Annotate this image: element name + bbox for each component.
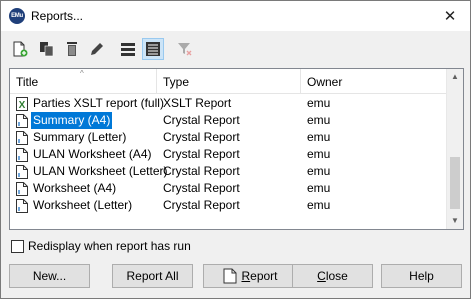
list-item-type: Crystal Report [163,198,240,212]
column-type-label: Type [163,75,190,89]
list-item-title: X Parties XSLT report (full) [16,95,166,112]
close-button-label: lose [325,269,348,283]
scroll-up-icon[interactable]: ▲ [447,69,463,85]
list-item[interactable]: X Parties XSLT report (full) XSLT Report em… [10,95,446,112]
column-title[interactable]: ^ Title [10,69,157,93]
redisplay-option[interactable]: Redisplay when report has run [11,238,191,254]
list-item-title: ULAN Worksheet (Letter) [16,163,170,180]
list-item-title-text: Summary (A4) [31,112,113,129]
list-item-title-text: Worksheet (A4) [33,181,117,195]
close-window-button[interactable]: ✕ [430,1,470,31]
list-header: ^ Title Type Owner [10,69,446,94]
help-button-label: Help [409,269,434,283]
list-item-title: ULAN Worksheet (A4) [16,146,153,163]
column-owner[interactable]: Owner [301,69,446,93]
document-icon [16,113,28,128]
redisplay-checkbox[interactable] [11,239,24,253]
list-item-owner: emu [307,96,331,110]
vertical-scrollbar[interactable]: ▲ ▼ [446,69,463,229]
new-button[interactable]: New... [9,264,90,288]
new-button-label: New... [32,269,67,283]
report-button-mnemonic: R [241,269,251,283]
list-item-type: Crystal Report [163,164,240,178]
list-item-title-text: Summary (Letter) [33,130,127,144]
list-item-owner: emu [307,130,331,144]
document-icon [16,147,28,162]
report-list[interactable]: ^ Title Type Owner X Parties XSLT report … [9,68,464,230]
sort-ascending-icon: ^ [80,69,84,78]
redisplay-label: Redisplay when report has run [28,239,191,253]
toolbar [9,38,309,62]
list-rows: X Parties XSLT report (full) XSLT Report em… [10,95,446,214]
list-item-title-text: ULAN Worksheet (Letter) [33,164,168,178]
report-all-button[interactable]: Report All [112,264,193,288]
list-item-title: Worksheet (Letter) [16,197,134,214]
list-item[interactable]: Worksheet (A4) Crystal Report emu [10,180,446,197]
report-all-button-label: Report All [126,269,179,283]
list-item-title-text: Parties XSLT report (full) [33,96,164,110]
document-icon [16,181,28,196]
list-item-title: Summary (A4) [16,112,113,129]
details-view-icon[interactable] [142,38,164,60]
close-button-mnemonic: C [317,269,326,283]
column-owner-label: Owner [307,75,343,89]
title-bar: EMu Reports... ✕ [1,1,470,31]
svg-text:X: X [19,100,26,111]
document-icon [16,164,28,179]
list-item[interactable]: Summary (A4) Crystal Report emu [10,112,446,129]
list-item-type: Crystal Report [163,181,240,195]
list-item-type: XSLT Report [163,96,232,110]
list-item-owner: emu [307,147,331,161]
close-button[interactable]: Close [292,264,373,288]
list-item-title: Worksheet (A4) [16,180,118,197]
list-item-title: Summary (Letter) [16,129,128,146]
filter-icon[interactable] [174,38,196,60]
window-title: Reports... [31,9,84,23]
list-item[interactable]: Worksheet (Letter) Crystal Report emu [10,197,446,214]
report-button[interactable]: Report [203,264,298,288]
scroll-thumb[interactable] [450,157,460,209]
list-view-icon[interactable] [117,38,139,60]
list-item-owner: emu [307,164,331,178]
edit-icon[interactable] [86,38,108,60]
report-button-label: eport [250,269,278,283]
list-item[interactable]: ULAN Worksheet (Letter) Crystal Report emu [10,163,446,180]
scroll-down-icon[interactable]: ▼ [447,213,463,229]
list-item[interactable]: ULAN Worksheet (A4) Crystal Report emu [10,146,446,163]
list-item-owner: emu [307,113,331,127]
delete-icon[interactable] [61,38,83,60]
xslt-icon: X [16,96,28,111]
list-item-type: Crystal Report [163,147,240,161]
list-item-title-text: ULAN Worksheet (A4) [33,147,152,161]
list-item-type: Crystal Report [163,113,240,127]
document-icon [16,130,28,145]
help-button[interactable]: Help [381,264,462,288]
new-report-icon[interactable] [9,38,31,60]
list-item[interactable]: Summary (Letter) Crystal Report emu [10,129,446,146]
list-item-title-text: Worksheet (Letter) [33,198,133,212]
list-item-owner: emu [307,181,331,195]
list-item-type: Crystal Report [163,130,240,144]
emu-app-icon: EMu [9,8,25,24]
document-icon [16,198,28,213]
reports-dialog: EMu Reports... ✕ ^ Title Type Owner X Pa… [0,0,471,299]
copy-report-icon[interactable] [36,38,58,60]
document-icon [223,268,237,284]
column-type[interactable]: Type [157,69,301,93]
list-item-owner: emu [307,198,331,212]
column-title-label: Title [16,75,39,89]
